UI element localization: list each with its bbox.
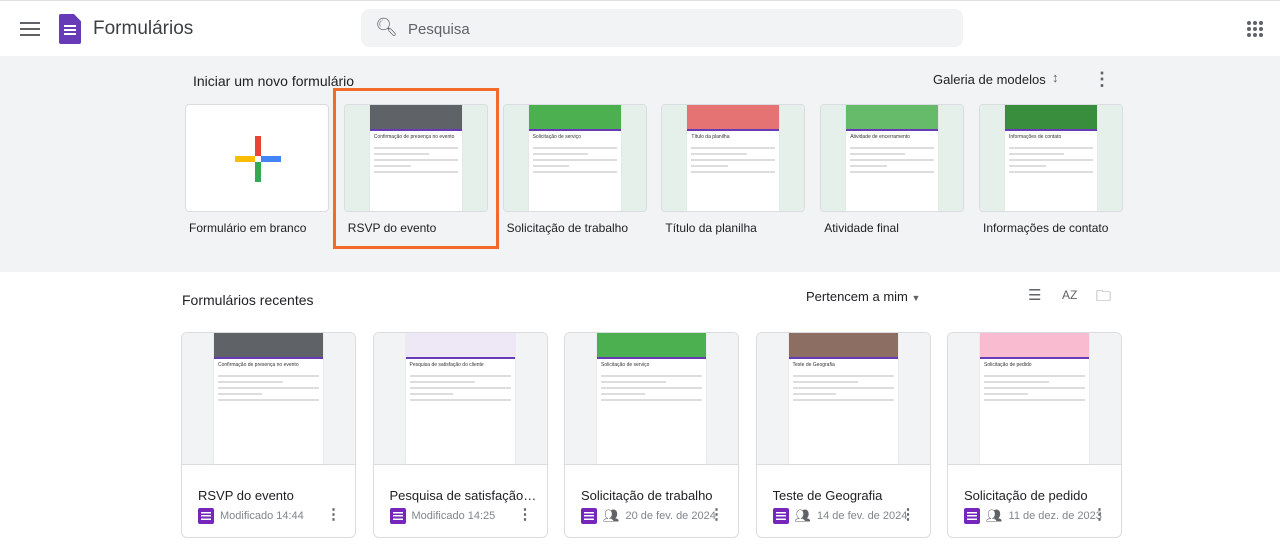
form-thumbnail[interactable]: Solicitação de pedido: [948, 333, 1121, 465]
form-preview: Solicitação de serviço: [597, 333, 706, 464]
preview-title: Teste de Geografia: [788, 357, 898, 371]
form-preview: Solicitação de pedido: [980, 333, 1089, 464]
header-image: [528, 105, 621, 129]
form-preview: Solicitação de serviço: [528, 105, 621, 211]
sort-az-icon[interactable]: AZ: [1062, 288, 1077, 302]
template-thumbnail[interactable]: Informações de contato: [979, 104, 1123, 212]
highlight-box: [333, 88, 499, 249]
template-label: Solicitação de trabalho: [506, 221, 629, 235]
form-modified: 20 de fev. de 2024: [625, 510, 716, 522]
recent-form-card[interactable]: Teste de Geografia Teste de Geografia 👥︎ 14…: [755, 332, 931, 538]
template-card[interactable]: Atividade de encerramento Atividade final: [820, 104, 965, 235]
app-title[interactable]: Formulários: [93, 18, 193, 40]
form-thumbnail[interactable]: Solicitação de serviço: [565, 333, 738, 465]
search-icon[interactable]: 🔍︎: [375, 17, 398, 38]
form-preview: Informações de contato: [1005, 105, 1097, 211]
owner-filter-label: Pertencem a mim: [806, 289, 908, 304]
template-card[interactable]: Informações de contato Informações de con…: [979, 104, 1123, 235]
form-modified: 14 de fev. de 2024: [817, 510, 908, 522]
recent-form-card[interactable]: Pesquisa de satisfação do cliente Pesquis…: [372, 332, 548, 538]
preview-title: Solicitação de pedido: [980, 357, 1089, 371]
form-thumbnail[interactable]: Teste de Geografia: [756, 333, 930, 465]
preview-title: Atividade de encerramento: [846, 129, 939, 143]
preview-title: Solicitação de serviço: [528, 129, 621, 143]
more-options-icon[interactable]: ⋮: [1092, 505, 1107, 523]
forms-icon: [772, 508, 789, 524]
header-image: [846, 105, 939, 129]
apps-grid-icon[interactable]: [1247, 21, 1263, 37]
recent-form-card[interactable]: Solicitação de serviço Solicitação de tra…: [564, 332, 739, 538]
forms-icon: [389, 508, 406, 524]
search-placeholder: Pesquisa: [408, 21, 470, 38]
form-preview: Pesquisa de satisfação do cliente: [405, 333, 515, 464]
forms-logo-icon[interactable]: [59, 14, 81, 44]
shared-icon: 👥︎: [603, 508, 620, 523]
header-image: [980, 333, 1089, 357]
form-preview: Título da planilha: [687, 105, 780, 211]
main-menu-icon[interactable]: [20, 19, 40, 39]
form-name: Solicitação de trabalho: [581, 488, 713, 503]
template-thumbnail[interactable]: Atividade de encerramento: [820, 104, 965, 212]
header-image: [405, 333, 515, 357]
more-options-icon[interactable]: ⋮: [326, 505, 341, 523]
top-bar: Formulários 🔍︎ Pesquisa: [0, 0, 1280, 56]
recent-form-card[interactable]: Confirmação de presença no evento RSVP do…: [181, 332, 356, 538]
shared-icon: 👥︎: [794, 508, 812, 523]
header-image: [1005, 105, 1097, 129]
folder-icon[interactable]: 🗀︎: [1096, 286, 1111, 311]
template-card[interactable]: Título da planilha Título da planilha: [661, 104, 806, 235]
form-name: Solicitação de pedido: [964, 488, 1088, 503]
form-preview: Teste de Geografia: [788, 333, 898, 464]
preview-title: Confirmação de presença no evento: [214, 357, 323, 371]
preview-title: Solicitação de serviço: [597, 357, 706, 371]
template-thumbnail[interactable]: Solicitação de serviço: [502, 104, 647, 212]
template-label: Informações de contato: [983, 221, 1109, 235]
dropdown-arrow-icon: ▼: [911, 293, 921, 303]
template-gallery-button[interactable]: Galeria de modelos: [933, 72, 1046, 87]
template-label: Atividade final: [824, 221, 899, 235]
form-name: Teste de Geografia: [772, 488, 883, 503]
header-image: [788, 333, 898, 357]
more-options-icon[interactable]: ⋮: [518, 505, 533, 523]
form-thumbnail[interactable]: Confirmação de presença no evento: [182, 333, 355, 465]
form-modified: 11 de dez. de 2023: [1008, 510, 1102, 522]
preview-title: Informações de contato: [1005, 129, 1097, 143]
header-image: [687, 105, 780, 129]
plus-icon: [235, 136, 281, 182]
forms-icon: [964, 508, 980, 524]
list-view-icon[interactable]: ☰: [1028, 286, 1041, 304]
form-thumbnail[interactable]: Pesquisa de satisfação do cliente: [373, 333, 547, 465]
gallery-title: Iniciar um novo formulário: [193, 73, 355, 89]
template-card[interactable]: Formulário em branco: [185, 104, 329, 235]
template-card[interactable]: Solicitação de serviço Solicitação de tra…: [502, 104, 647, 235]
owner-filter-dropdown[interactable]: Pertencem a mim ▼: [806, 289, 920, 304]
form-name: Pesquisa de satisfação do cliente: [389, 488, 540, 503]
recent-form-card[interactable]: Solicitação de pedido Solicitação de pedi…: [947, 332, 1122, 538]
preview-title: Título da planilha: [687, 129, 780, 143]
shared-icon: 👥︎: [986, 508, 1003, 523]
form-preview: Atividade de encerramento: [846, 105, 939, 211]
template-label: Formulário em branco: [189, 221, 307, 235]
form-modified: Modificado 14:25: [411, 510, 496, 522]
more-options-icon[interactable]: ⋮: [901, 505, 916, 523]
header-image: [214, 333, 323, 357]
recent-forms-title: Formulários recentes: [182, 292, 314, 308]
form-name: RSVP do evento: [198, 488, 294, 503]
unfold-icon[interactable]: ↕: [1052, 70, 1059, 85]
more-options-icon[interactable]: ⋮: [1093, 69, 1111, 90]
forms-icon: [581, 508, 597, 524]
template-thumbnail[interactable]: [185, 104, 329, 212]
forms-icon: [198, 508, 214, 524]
template-gallery: Iniciar um novo formulário Galeria de mo…: [0, 56, 1280, 272]
template-thumbnail[interactable]: Título da planilha: [661, 104, 806, 212]
search-input[interactable]: 🔍︎ Pesquisa: [361, 9, 963, 47]
header-image: [597, 333, 706, 357]
template-label: Título da planilha: [665, 221, 757, 235]
form-modified: Modificado 14:44: [220, 510, 304, 522]
more-options-icon[interactable]: ⋮: [709, 505, 724, 523]
preview-title: Pesquisa de satisfação do cliente: [405, 357, 515, 371]
form-preview: Confirmação de presença no evento: [214, 333, 323, 464]
